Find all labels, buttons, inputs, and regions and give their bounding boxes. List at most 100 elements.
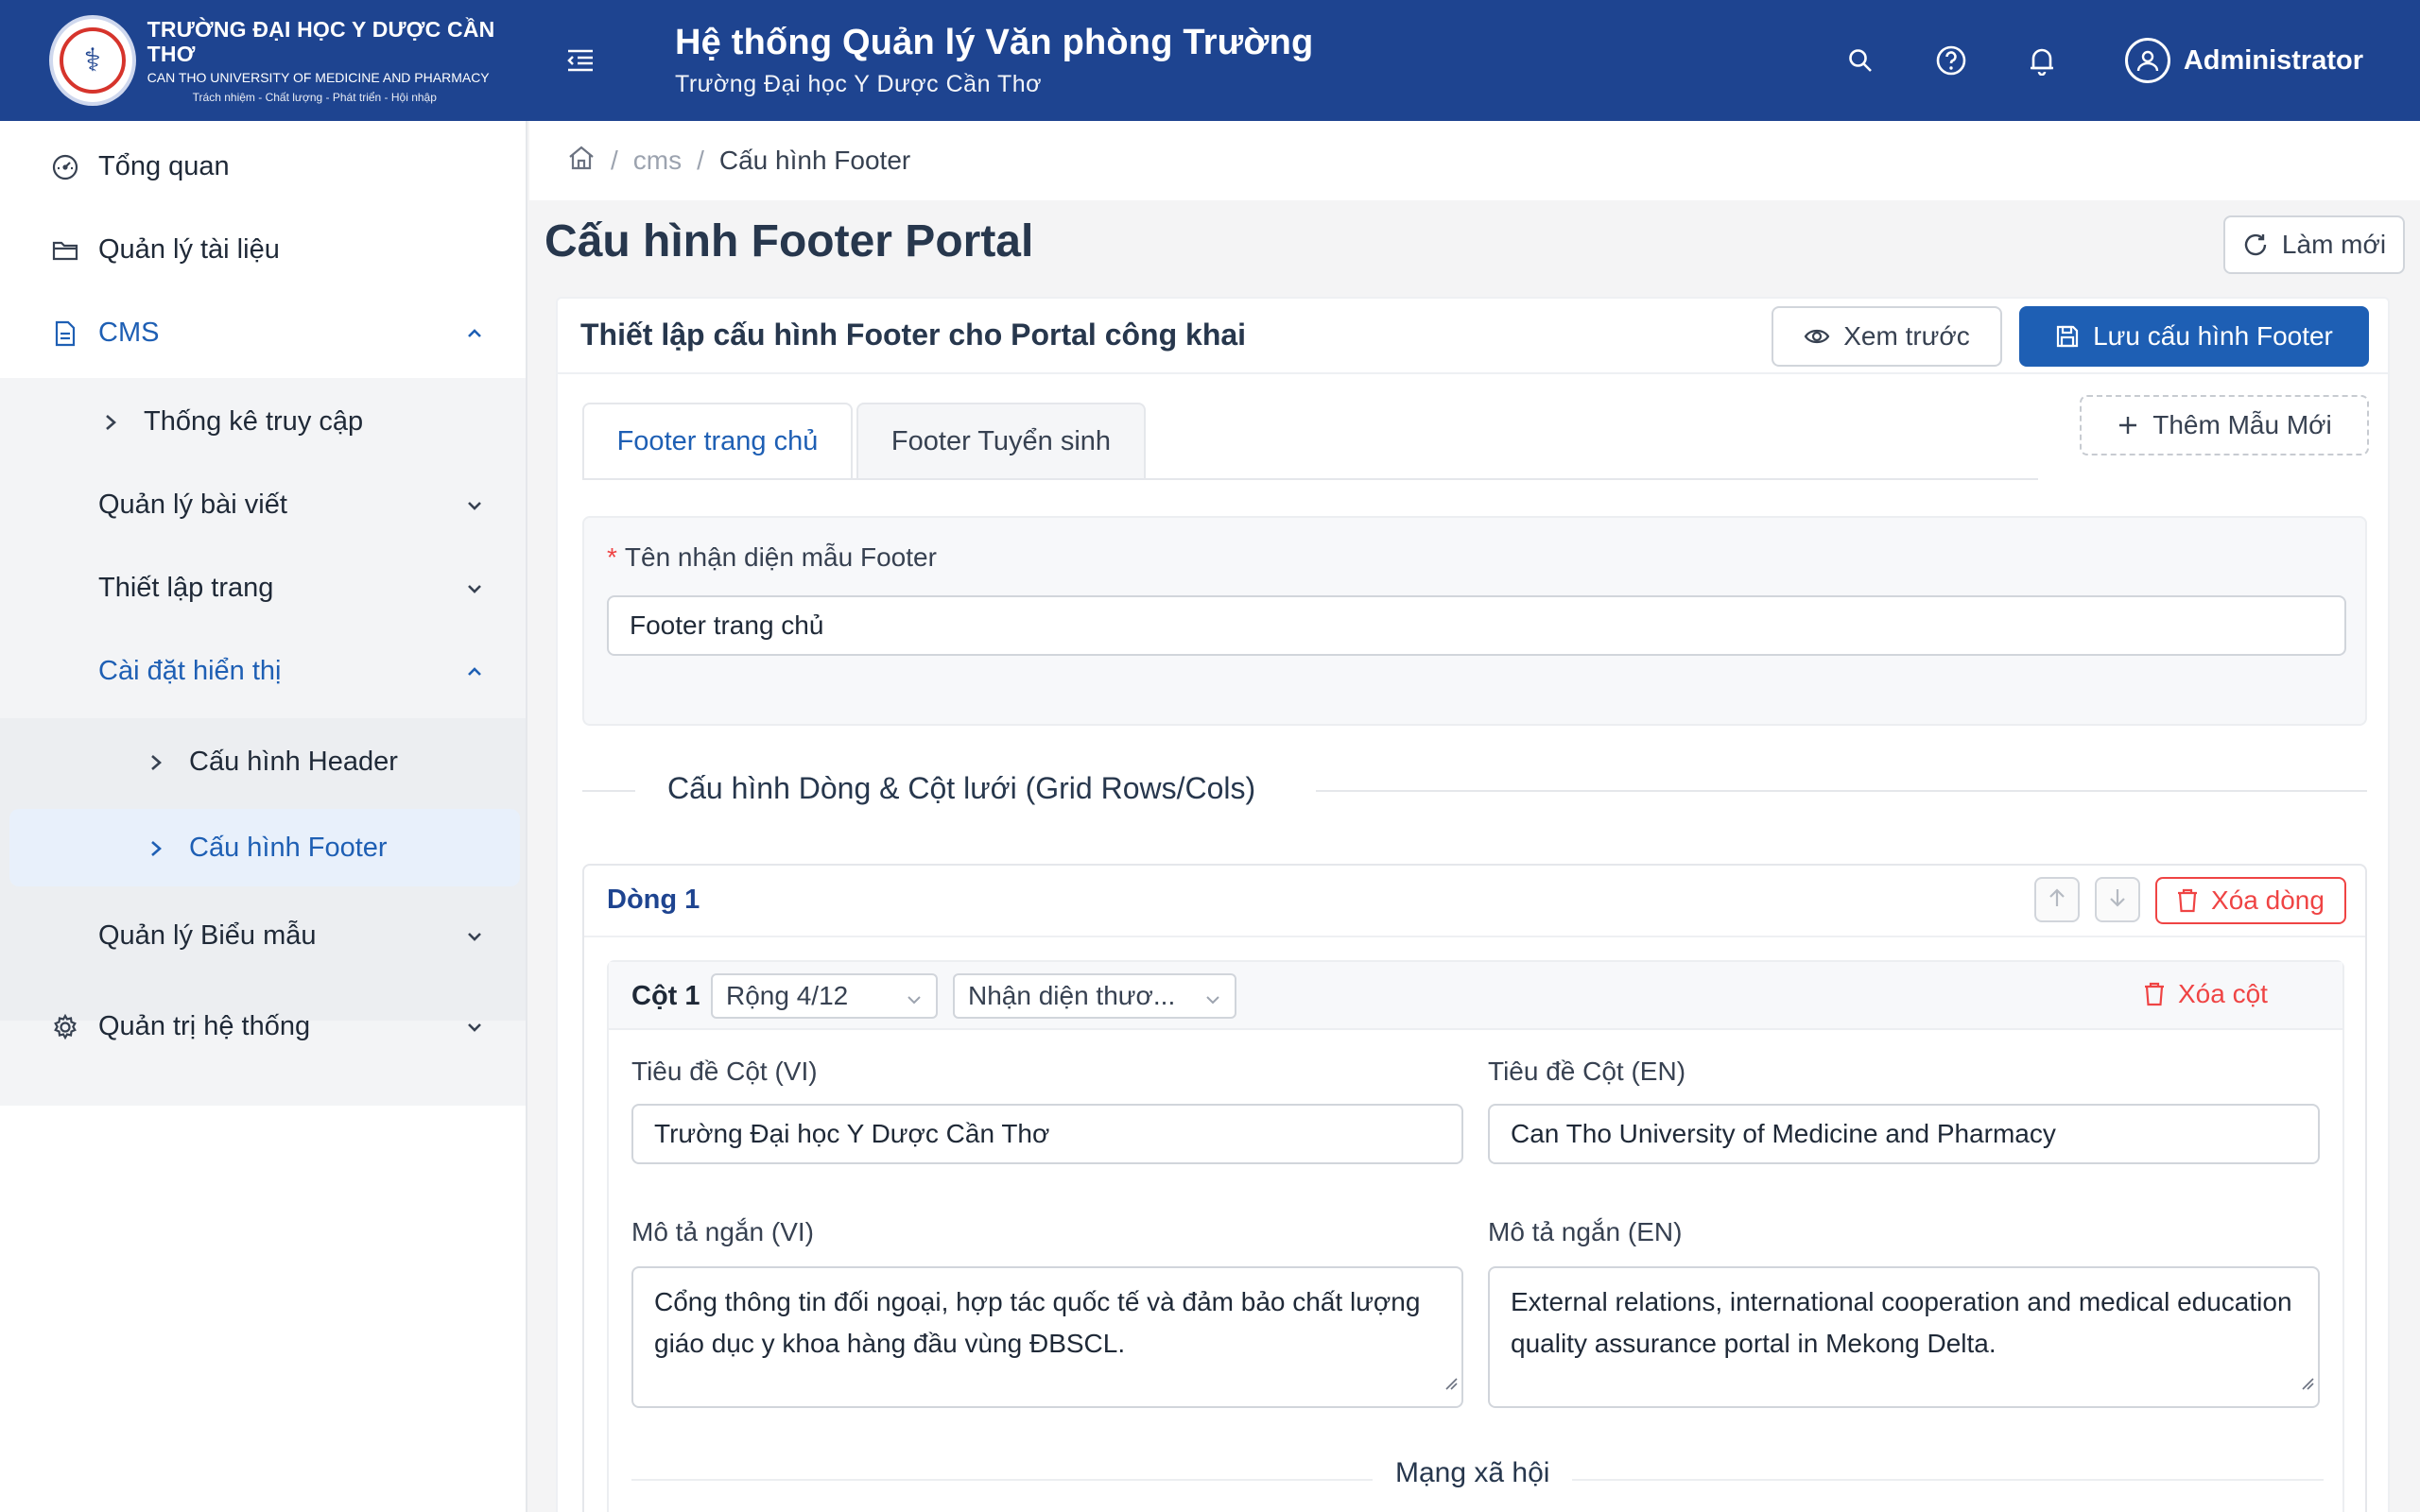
dashboard-icon xyxy=(51,153,79,181)
grid-section-divider: Cấu hình Dòng & Cột lưới (Grid Rows/Cols… xyxy=(582,771,2367,809)
breadcrumb: / cms / Cấu hình Footer xyxy=(529,121,2420,200)
page-title: Cấu hình Footer Portal xyxy=(544,216,1034,266)
chevron-down-icon xyxy=(463,1015,486,1038)
sidebar-item-system-admin[interactable]: Quản trị hệ thống xyxy=(0,990,526,1062)
sidebar-item-label: Quản trị hệ thống xyxy=(98,1010,311,1041)
user-name: Administrator xyxy=(2183,44,2363,76)
user-menu[interactable]: Administrator xyxy=(2124,38,2363,83)
title-en-input[interactable]: Can Tho University of Medicine and Pharm… xyxy=(1488,1104,2320,1164)
title-vi-input[interactable]: Trường Đại học Y Dược Cần Thơ xyxy=(631,1104,1463,1164)
logo-line-2: CAN THO UNIVERSITY OF MEDICINE AND PHARM… xyxy=(147,70,490,86)
search-icon[interactable] xyxy=(1834,34,1887,87)
chevron-down-icon xyxy=(1202,987,1223,1017)
breadcrumb-separator: / xyxy=(697,146,704,175)
template-name-label: * Tên nhận diện mẫu Footer xyxy=(607,542,937,572)
sidebar-item-header-config[interactable]: Cấu hình Header xyxy=(0,726,526,798)
resize-handle-icon[interactable] xyxy=(1444,1361,1458,1402)
trash-icon xyxy=(2177,888,2198,913)
desc-en-textarea[interactable]: External relations, international cooper… xyxy=(1488,1266,2320,1408)
sidebar-item-label: Quản lý bài viết xyxy=(98,489,287,520)
column-label: Cột 1 xyxy=(631,981,700,1011)
chevron-down-icon xyxy=(463,576,486,599)
move-up-button[interactable] xyxy=(2034,877,2080,922)
tab-footer-admission[interactable]: Footer Tuyển sinh xyxy=(856,403,1146,478)
logo-emblem-icon: ⚕ xyxy=(49,15,136,106)
menu-fold-icon[interactable] xyxy=(552,32,609,89)
chevron-up-icon xyxy=(463,321,486,344)
logo-line-3: Trách nhiệm - Chất lượng - Phát triển - … xyxy=(192,90,437,104)
sidebar-item-footer-config[interactable]: Cấu hình Footer xyxy=(0,812,526,884)
sidebar-item-display-settings[interactable]: Cài đặt hiển thị xyxy=(0,635,526,707)
save-icon xyxy=(2055,324,2080,349)
sidebar-item-overview[interactable]: Tổng quan xyxy=(0,130,526,202)
template-name-section: * Tên nhận diện mẫu Footer Footer trang c… xyxy=(582,516,2367,726)
card-title: Thiết lập cấu hình Footer cho Portal côn… xyxy=(580,318,1247,352)
sidebar-item-label: Quản lý Biểu mẫu xyxy=(98,919,317,951)
help-icon[interactable] xyxy=(1925,34,1978,87)
file-icon xyxy=(51,319,79,348)
chevron-right-icon xyxy=(146,836,166,868)
row-label: Dòng 1 xyxy=(607,885,700,915)
settings-icon xyxy=(51,1013,79,1041)
move-down-button[interactable] xyxy=(2095,877,2140,922)
column-width-select[interactable]: Rộng 4/12 xyxy=(711,973,938,1019)
desc-vi-textarea[interactable]: Cổng thông tin đối ngoại, hợp tác quốc t… xyxy=(631,1266,1463,1408)
breadcrumb-separator: / xyxy=(611,146,618,175)
university-logo[interactable]: ⚕ TRƯỜNG ĐẠI HỌC Y DƯỢC CẦN THƠ CAN THO … xyxy=(0,15,529,106)
plus-icon xyxy=(2117,414,2139,437)
desc-en-label: Mô tả ngắn (EN) xyxy=(1488,1217,1683,1246)
arrow-down-icon xyxy=(2107,886,2128,914)
tab-footer-home[interactable]: Footer trang chủ xyxy=(582,403,853,478)
column-type-value: Nhận diện thươ... xyxy=(968,981,1176,1010)
sidebar-item-access-stats[interactable]: Thống kê truy cập xyxy=(0,386,526,457)
sidebar-item-forms[interactable]: Quản lý Biểu mẫu xyxy=(0,900,526,971)
title-en-label: Tiêu đề Cột (EN) xyxy=(1488,1057,1686,1086)
delete-row-button[interactable]: Xóa dòng xyxy=(2155,877,2346,924)
template-name-input[interactable]: Footer trang chủ xyxy=(607,595,2346,656)
sidebar: Tổng quan Quản lý tài liệu CMS Thống kê … xyxy=(0,121,527,1512)
sidebar-item-cms[interactable]: CMS xyxy=(0,297,526,369)
folder-icon xyxy=(51,236,79,265)
chevron-right-icon xyxy=(146,750,166,782)
sidebar-item-posts[interactable]: Quản lý bài viết xyxy=(0,469,526,541)
bell-icon[interactable] xyxy=(2015,34,2068,87)
column-type-select[interactable]: Nhận diện thươ... xyxy=(953,973,1236,1019)
chevron-down-icon xyxy=(463,924,486,947)
trash-icon xyxy=(2144,982,2165,1006)
preview-label: Xem trước xyxy=(1843,321,1970,351)
tabs-divider xyxy=(582,478,2038,480)
refresh-button[interactable]: Làm mới xyxy=(2223,215,2405,274)
sidebar-item-label: CMS xyxy=(98,317,160,348)
refresh-label: Làm mới xyxy=(2281,230,2387,259)
chevron-right-icon xyxy=(100,410,121,441)
title-vi-label: Tiêu đề Cột (VI) xyxy=(631,1057,818,1086)
refresh-icon xyxy=(2242,232,2269,258)
sidebar-item-documents[interactable]: Quản lý tài liệu xyxy=(0,214,526,285)
system-title: Hệ thống Quản lý Văn phòng Trường xyxy=(675,23,1314,62)
desc-vi-label: Mô tả ngắn (VI) xyxy=(631,1217,814,1246)
sidebar-item-label: Cấu hình Footer xyxy=(189,832,388,863)
preview-button[interactable]: Xem trước xyxy=(1772,306,2002,367)
home-icon[interactable] xyxy=(567,145,596,178)
footer-config-card: Thiết lập cấu hình Footer cho Portal côn… xyxy=(556,297,2390,1512)
arrow-up-icon xyxy=(2047,886,2067,914)
resize-handle-icon[interactable] xyxy=(2301,1361,2314,1402)
add-template-button[interactable]: Thêm Mẫu Mới xyxy=(2080,395,2369,455)
desc-vi-value: Cổng thông tin đối ngoại, hợp tác quốc t… xyxy=(654,1287,1421,1358)
breadcrumb-cms[interactable]: cms xyxy=(633,146,682,176)
sidebar-item-page-setup[interactable]: Thiết lập trang xyxy=(0,552,526,624)
sidebar-item-label: Quản lý tài liệu xyxy=(98,233,280,265)
sidebar-item-label: Thống kê truy cập xyxy=(144,405,364,437)
save-footer-button[interactable]: Lưu cấu hình Footer xyxy=(2019,306,2369,367)
social-section-title: Mạng xã hội xyxy=(1373,1457,1573,1489)
delete-column-button[interactable]: Xóa cột xyxy=(2144,979,2268,1009)
chevron-down-icon xyxy=(463,493,486,516)
grid-column: Cột 1 Rộng 4/12 Nhận diện thươ... Xóa cộ… xyxy=(607,960,2344,1512)
delete-column-label: Xóa cột xyxy=(2178,979,2268,1008)
save-label: Lưu cấu hình Footer xyxy=(2093,321,2333,351)
chevron-up-icon xyxy=(463,660,486,682)
user-icon xyxy=(2124,38,2170,83)
sidebar-item-label: Cấu hình Header xyxy=(189,746,398,777)
main-content: / cms / Cấu hình Footer Cấu hình Footer … xyxy=(529,121,2420,1512)
desc-en-value: External relations, international cooper… xyxy=(1511,1287,2292,1358)
